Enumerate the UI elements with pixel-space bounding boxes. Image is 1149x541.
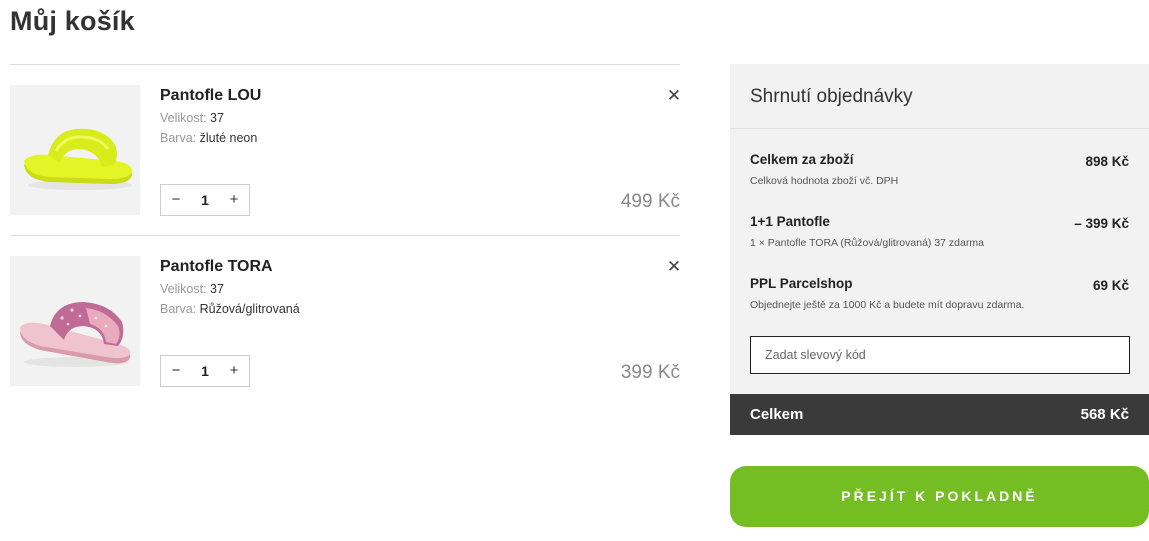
total-value: 568 Kč bbox=[1080, 406, 1129, 423]
cart-items-list: Pantofle LOU Velikost: 37 Barva: žluté n… bbox=[10, 64, 682, 407]
goods-total-note: Celková hodnota zboží vč. DPH bbox=[750, 175, 899, 187]
quantity-stepper: − 1 + bbox=[160, 355, 250, 387]
product-color: Barva: Růžová/glitrovaná bbox=[160, 302, 300, 316]
quantity-value[interactable]: 1 bbox=[191, 363, 219, 379]
color-label: Barva: bbox=[160, 302, 197, 316]
shipping-label: PPL Parcelshop bbox=[750, 276, 853, 291]
color-value: Růžová/glitrovaná bbox=[199, 302, 300, 316]
pink-glitter-slide-sandal-illustration bbox=[20, 302, 131, 367]
increase-quantity-button[interactable]: + bbox=[219, 356, 249, 386]
item-price: 499 Kč bbox=[620, 191, 680, 212]
increase-quantity-button[interactable]: + bbox=[219, 185, 249, 215]
yellow-slide-sandal-illustration bbox=[24, 128, 132, 190]
shipping-note: Objednejte ještě za 1000 Kč a budete mít… bbox=[750, 299, 1025, 311]
shipping-value: 69 Kč bbox=[1092, 278, 1129, 293]
checkout-button[interactable]: PŘEJÍT K POKLADNĚ bbox=[730, 466, 1149, 527]
size-label: Velikost: bbox=[160, 282, 207, 296]
item-price: 399 Kč bbox=[620, 362, 680, 383]
size-label: Velikost: bbox=[160, 111, 207, 125]
discount-value: – 399 Kč bbox=[1074, 216, 1129, 231]
cart-item: Pantofle TORA Velikost: 37 Barva: Růžová… bbox=[10, 236, 682, 407]
remove-item-close-icon[interactable]: ✕ bbox=[666, 258, 682, 276]
product-name[interactable]: Pantofle LOU bbox=[160, 87, 261, 105]
goods-total-value: 898 Kč bbox=[1085, 154, 1129, 169]
quantity-stepper: − 1 + bbox=[160, 184, 250, 216]
coupon-code-input[interactable] bbox=[750, 336, 1130, 374]
decrease-quantity-button[interactable]: − bbox=[161, 185, 191, 215]
product-size: Velikost: 37 bbox=[160, 282, 224, 296]
size-value: 37 bbox=[210, 282, 224, 296]
product-size: Velikost: 37 bbox=[160, 111, 224, 125]
remove-item-close-icon[interactable]: ✕ bbox=[666, 87, 682, 105]
goods-total-label: Celkem za zboží bbox=[750, 152, 854, 167]
product-color: Barva: žluté neon bbox=[160, 131, 257, 145]
order-summary-panel: Shrnutí objednávky Celkem za zboží 898 K… bbox=[730, 64, 1149, 435]
order-total-bar: Celkem 568 Kč bbox=[730, 394, 1149, 435]
size-value: 37 bbox=[210, 111, 224, 125]
page-title: Můj košík bbox=[10, 6, 135, 36]
product-image-yellow-slide[interactable] bbox=[10, 85, 140, 215]
cart-item: Pantofle LOU Velikost: 37 Barva: žluté n… bbox=[10, 65, 682, 236]
product-image-pink-slide[interactable] bbox=[10, 256, 140, 386]
summary-title: Shrnutí objednávky bbox=[750, 86, 913, 107]
discount-label: 1+1 Pantofle bbox=[750, 214, 830, 229]
decrease-quantity-button[interactable]: − bbox=[161, 356, 191, 386]
product-name[interactable]: Pantofle TORA bbox=[160, 258, 273, 276]
total-label: Celkem bbox=[750, 406, 804, 423]
quantity-value[interactable]: 1 bbox=[191, 192, 219, 208]
summary-divider bbox=[730, 128, 1149, 129]
color-label: Barva: bbox=[160, 131, 197, 145]
discount-note: 1 × Pantofle TORA (Růžová/glitrovaná) 37… bbox=[750, 237, 984, 249]
color-value: žluté neon bbox=[199, 131, 258, 145]
